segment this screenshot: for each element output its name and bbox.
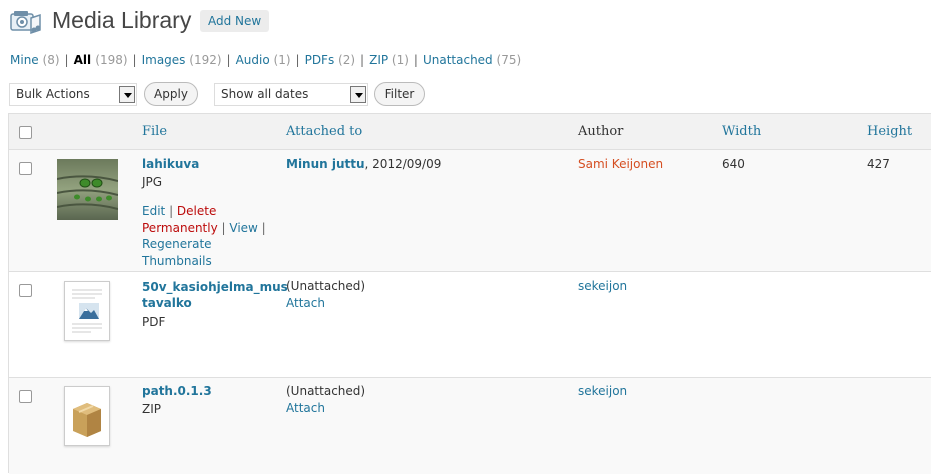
table-row: lahikuva JPG Edit | Delete Permanently |… [9, 150, 931, 272]
file-type: JPG [142, 175, 163, 189]
filter-unattached[interactable]: Unattached (75) [423, 53, 521, 67]
row-checkbox[interactable] [19, 284, 32, 297]
image-thumbnail[interactable] [57, 159, 118, 220]
author-link[interactable]: sekeijon [578, 384, 627, 398]
bulk-actions-select[interactable]: Bulk Actions [9, 83, 137, 106]
filter-pdfs[interactable]: PDFs (2) [305, 53, 355, 67]
attached-post-link[interactable]: Minun juttu [286, 157, 365, 171]
filter-button[interactable]: Filter [374, 82, 425, 106]
attached-date: , 2012/09/09 [364, 157, 442, 171]
media-library-icon [10, 11, 41, 35]
column-attached-to[interactable]: Attached to [286, 124, 362, 139]
edit-link[interactable]: Edit [142, 204, 165, 218]
filter-images[interactable]: Images (192) [142, 53, 222, 67]
row-actions: Edit | Delete Permanently | View | Regen… [142, 204, 266, 268]
zip-archive-icon[interactable] [64, 386, 110, 446]
media-title-link[interactable]: 50v_kasiohjelma_mus tavalko [142, 279, 288, 311]
column-width[interactable]: Width [722, 124, 761, 139]
filter-mine[interactable]: Mine (8) [10, 53, 60, 67]
pdf-document-icon[interactable] [64, 281, 110, 341]
chevron-down-icon [350, 86, 366, 103]
filter-audio[interactable]: Audio (1) [236, 53, 291, 67]
view-link[interactable]: View [229, 221, 257, 235]
column-file[interactable]: File [142, 124, 167, 139]
page-title: Media Library [52, 7, 192, 33]
chevron-down-icon [119, 86, 135, 103]
row-checkbox[interactable] [19, 390, 32, 403]
height-value: 427 [867, 157, 890, 171]
attach-link[interactable]: Attach [286, 401, 325, 415]
media-title-link[interactable]: path.0.1.3 [142, 384, 212, 398]
row-checkbox[interactable] [19, 162, 32, 175]
table-header: File Attached to Author Width Height [9, 114, 931, 150]
file-type: PDF [142, 315, 166, 329]
column-height[interactable]: Height [867, 124, 912, 139]
width-value: 640 [722, 157, 745, 171]
bulk-actions-value: Bulk Actions [16, 87, 90, 101]
attach-link[interactable]: Attach [286, 296, 325, 310]
unattached-label: (Unattached) [286, 279, 366, 293]
table-row: path.0.1.3 ZIP (Unattached) Attach sekei… [9, 378, 931, 474]
media-title-link[interactable]: lahikuva [142, 157, 199, 171]
unattached-label: (Unattached) [286, 384, 366, 398]
select-all-checkbox[interactable] [19, 126, 32, 139]
filter-all[interactable]: All (198) [74, 53, 128, 67]
regenerate-thumbnails-link[interactable]: Regenerate Thumbnails [142, 237, 212, 268]
apply-button[interactable]: Apply [144, 82, 198, 106]
date-filter-select[interactable]: Show all dates [214, 83, 368, 106]
attached-to-cell: Minun juttu, 2012/09/09 [286, 157, 441, 171]
author-link[interactable]: Sami Keijonen [578, 157, 663, 171]
date-filter-value: Show all dates [221, 87, 309, 101]
column-author: Author [578, 124, 624, 139]
media-filter-links: Mine (8) | All (198) | Images (192) | Audio (1… [10, 53, 522, 67]
media-table: File Attached to Author Width Height lah… [8, 113, 931, 474]
add-new-button[interactable]: Add New [200, 10, 270, 32]
file-type: ZIP [142, 402, 161, 416]
table-row: 50v_kasiohjelma_mus tavalko PDF (Unattac… [9, 272, 931, 378]
filter-zip[interactable]: ZIP (1) [369, 53, 409, 67]
author-link[interactable]: sekeijon [578, 279, 627, 293]
